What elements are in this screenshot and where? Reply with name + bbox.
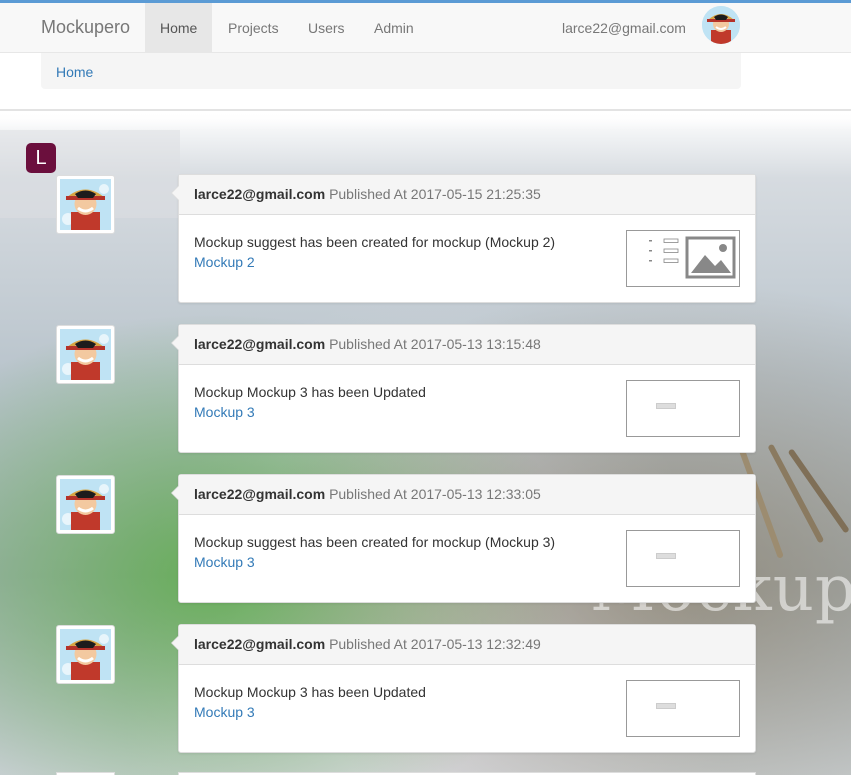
card-author: larce22@gmail.com xyxy=(194,486,326,502)
card-author: larce22@gmail.com xyxy=(194,336,326,352)
nav-users[interactable]: Users xyxy=(293,3,360,53)
author-avatar-icon xyxy=(56,325,115,384)
card-body: Mockup suggest has been created for mock… xyxy=(179,215,755,303)
card-header: larce22@gmail.com Published At 2017-05-1… xyxy=(179,475,755,515)
timeline-card: larce22@gmail.com Published At 2017-05-1… xyxy=(171,474,756,603)
author-avatar-icon xyxy=(56,175,115,234)
user-email[interactable]: larce22@gmail.com xyxy=(562,3,686,53)
card-author: larce22@gmail.com xyxy=(194,636,326,652)
card-published: Published At 2017-05-13 12:32:49 xyxy=(329,636,541,652)
button-thumbnail[interactable] xyxy=(626,530,740,587)
card-header: larce22@gmail.com Published At 2017-05-1… xyxy=(179,175,755,215)
navbar: Mockupero Home Projects Users Admin larc… xyxy=(0,3,851,53)
nav-home[interactable]: Home xyxy=(145,3,213,53)
user-avatar-icon[interactable] xyxy=(702,6,740,44)
card-body: Mockup suggest has been created for mock… xyxy=(179,515,755,603)
card-published: Published At 2017-05-13 12:33:05 xyxy=(329,486,541,502)
timeline-card: larce22@gmail.com Published At 2017-05-1… xyxy=(171,324,756,453)
card-published: Published At 2017-05-13 13:15:48 xyxy=(329,336,541,352)
card-body: Mockup Mockup 3 has been Updated Mockup … xyxy=(179,365,755,453)
card-header: larce22@gmail.com Published At 2017-05-1… xyxy=(179,325,755,365)
author-avatar-icon xyxy=(56,625,115,684)
card-published: Published At 2017-05-15 21:25:35 xyxy=(329,186,541,202)
author-avatar-icon xyxy=(56,475,115,534)
timeline-card: larce22@gmail.com Published At 2017-05-1… xyxy=(171,174,756,303)
timeline-card: larce22@gmail.com Published At 2017-05-1… xyxy=(171,624,756,753)
breadcrumb-home[interactable]: Home xyxy=(56,64,93,80)
image-placeholder-thumbnail[interactable] xyxy=(626,230,740,287)
user-letter-badge: L xyxy=(26,143,56,173)
brand-logo[interactable]: Mockupero xyxy=(41,17,130,38)
button-thumbnail[interactable] xyxy=(626,680,740,737)
nav-admin[interactable]: Admin xyxy=(359,3,429,53)
breadcrumb: Home xyxy=(41,53,741,89)
button-thumbnail[interactable] xyxy=(626,380,740,437)
card-author: larce22@gmail.com xyxy=(194,186,326,202)
card-header: larce22@gmail.com Published At 2017-05-1… xyxy=(179,625,755,665)
header-divider xyxy=(0,109,851,111)
card-body: Mockup Mockup 3 has been Updated Mockup … xyxy=(179,665,755,753)
nav-projects[interactable]: Projects xyxy=(213,3,294,53)
